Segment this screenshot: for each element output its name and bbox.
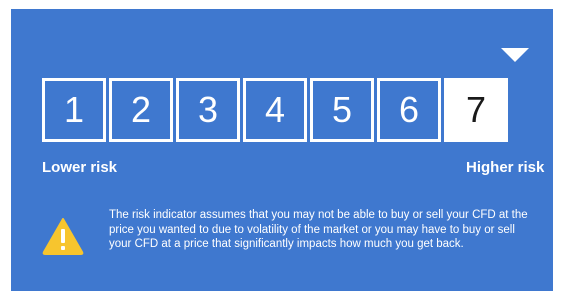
risk-level-6: 6 [377, 78, 441, 142]
risk-level-1: 1 [42, 78, 106, 142]
risk-warning-text: The risk indicator assumes that you may … [109, 209, 528, 251]
higher-risk-label: Higher risk [466, 159, 545, 176]
selected-level-marker-icon [501, 48, 529, 62]
lower-risk-label: Lower risk [42, 159, 118, 176]
risk-scale: 1 2 3 4 5 6 7 [42, 78, 508, 142]
risk-level-3: 3 [176, 78, 240, 142]
risk-level-2: 2 [109, 78, 173, 142]
risk-level-7-selected: 7 [444, 78, 508, 142]
risk-level-5: 5 [310, 78, 374, 142]
warning-triangle-icon [42, 218, 84, 255]
risk-level-4: 4 [243, 78, 307, 142]
risk-indicator-panel: 1 2 3 4 5 6 7 Lower risk Higher risk The… [11, 9, 553, 291]
